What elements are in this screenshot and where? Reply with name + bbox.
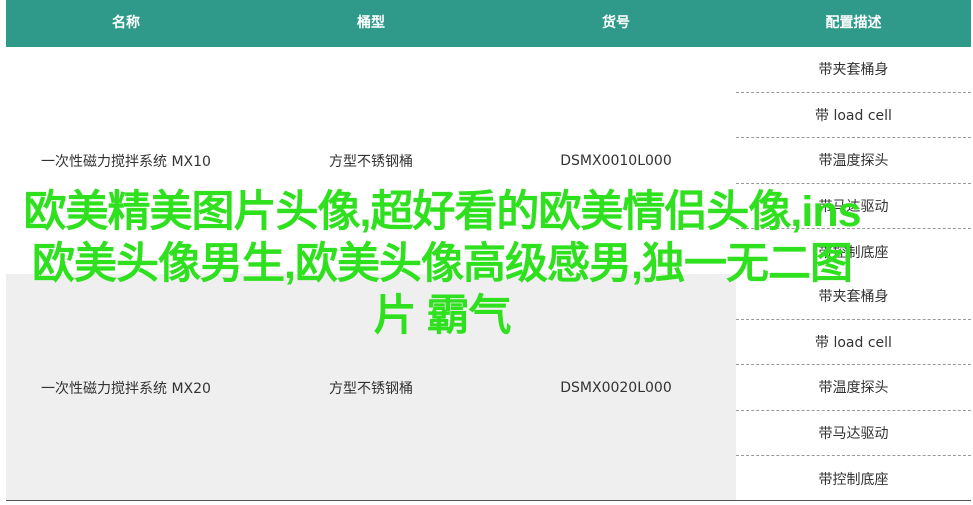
table-bottom-border xyxy=(6,500,971,501)
header-sku: 货号 xyxy=(602,15,630,31)
header-bucket: 桶型 xyxy=(357,15,385,31)
config-item: 带控制底座 xyxy=(736,456,971,501)
header-name: 名称 xyxy=(112,15,140,31)
watermark-title: 欧美精美图片头像,超好看的欧美情侣头像,ins欧美头像男生,欧美头像高级感男,独… xyxy=(23,188,861,340)
config-item: 带夹套桶身 xyxy=(736,47,971,93)
config-item: 带温度探头 xyxy=(736,365,971,411)
config-item: 带马达驱动 xyxy=(736,410,971,457)
table-header: 名称 桶型 货号 配置描述 xyxy=(6,0,971,47)
config-item: 带 load cell xyxy=(736,93,971,139)
header-config: 配置描述 xyxy=(825,15,882,31)
config-item: 带温度探头 xyxy=(736,138,971,184)
